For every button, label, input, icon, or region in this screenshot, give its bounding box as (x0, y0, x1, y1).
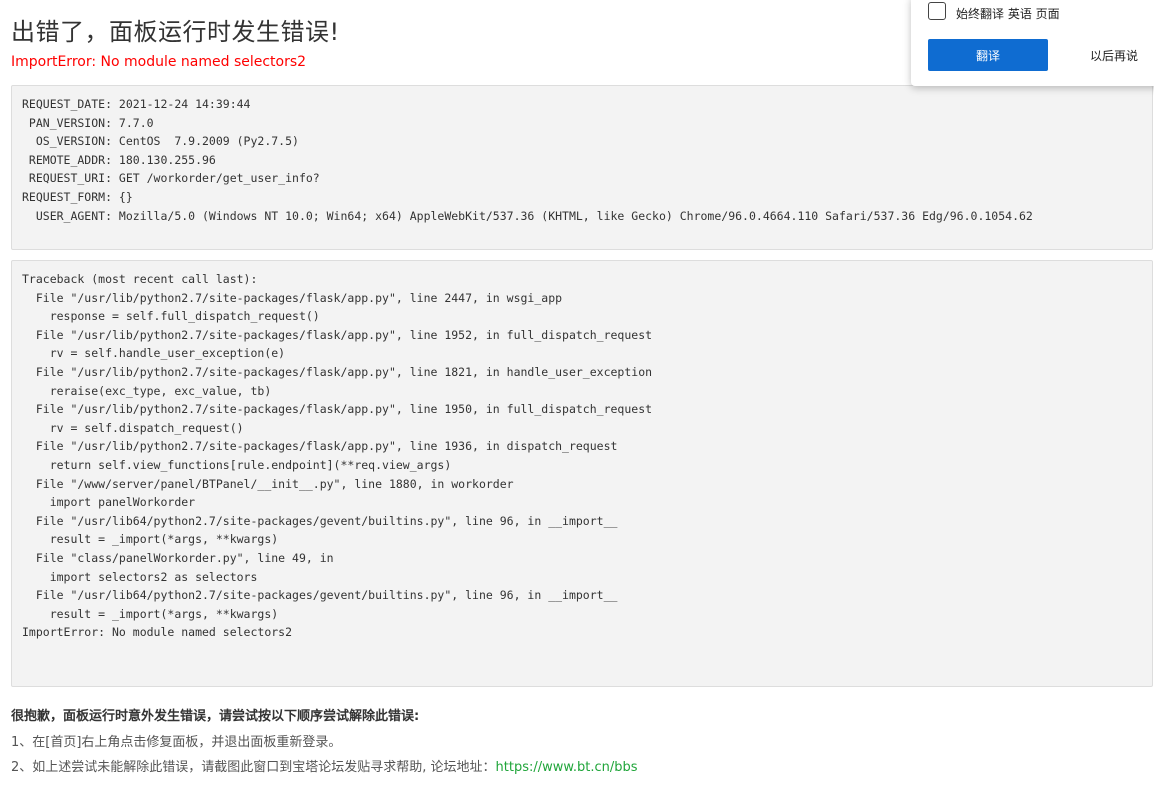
page-title: 出错了，面板运行时发生错误! (11, 18, 340, 46)
traceback-line: File "/usr/lib64/python2.7/site-packages… (22, 588, 618, 603)
traceback-line: reraise(exc_type, exc_value, tb) (22, 383, 272, 398)
traceback-line: ImportError: No module named selectors2 (22, 625, 293, 640)
translate-popup: 始终翻译 英语 页面 翻译 以后再说 (911, 0, 1154, 86)
help-step-2: 2、如上述尝试未能解除此错误，请截图此窗口到宝塔论坛发贴寻求帮助, 论坛地址：h… (11, 756, 638, 775)
traceback-line: result = _import(*args, **kwargs) (22, 532, 279, 547)
always-translate-label[interactable]: 始终翻译 英语 页面 (956, 5, 1060, 22)
traceback-line: rv = self.dispatch_request() (22, 420, 244, 435)
traceback-line: Traceback (most recent call last): (22, 272, 258, 286)
traceback-line: result = _import(*args, **kwargs) (22, 606, 279, 621)
help-step-2-text: 2、如上述尝试未能解除此错误，请截图此窗口到宝塔论坛发贴寻求帮助, 论坛地址： (11, 760, 496, 775)
traceback-line: import selectors2 as selectors (22, 569, 258, 584)
forum-link[interactable]: https://www.bt.cn/bbs (496, 760, 638, 775)
request-info-line: OS_VERSION: CentOS 7.9.2009 (Py2.7.5) (22, 134, 299, 149)
request-info-line: REQUEST_FORM: {} (22, 189, 133, 204)
request-info-box: REQUEST_DATE: 2021-12-24 14:39:44 PAN_VE… (11, 85, 1153, 250)
not-now-button[interactable]: 以后再说 (1079, 39, 1149, 71)
traceback-box: Traceback (most recent call last): File … (11, 260, 1153, 687)
help-section: 很抱歉，面板运行时意外发生错误，请尝试按以下顺序尝试解除此错误: 1、在[首页]… (11, 705, 638, 781)
traceback-line: rv = self.handle_user_exception(e) (22, 346, 286, 361)
traceback-line: File "/www/server/panel/BTPanel/__init__… (22, 476, 514, 491)
always-translate-checkbox[interactable] (928, 2, 946, 20)
request-info-line: USER_AGENT: Mozilla/5.0 (Windows NT 10.0… (22, 208, 1033, 223)
request-info-line: REQUEST_DATE: 2021-12-24 14:39:44 (22, 97, 251, 111)
translate-button[interactable]: 翻译 (928, 39, 1048, 71)
help-step-1: 1、在[首页]右上角点击修复面板，并退出面板重新登录。 (11, 735, 342, 750)
traceback-line: File "class/panelWorkorder.py", line 49,… (22, 550, 334, 565)
traceback-line: return self.view_functions[rule.endpoint… (22, 457, 452, 472)
request-info-line: REMOTE_ADDR: 180.130.255.96 (22, 152, 216, 167)
error-message: ImportError: No module named selectors2 (11, 54, 307, 70)
traceback-line: import panelWorkorder (22, 495, 196, 510)
traceback-line: File "/usr/lib/python2.7/site-packages/f… (22, 364, 653, 379)
traceback-line: response = self.full_dispatch_request() (22, 309, 320, 324)
traceback-line: File "/usr/lib/python2.7/site-packages/f… (22, 327, 653, 342)
traceback-line: File "/usr/lib/python2.7/site-packages/f… (22, 402, 653, 417)
request-info-line: PAN_VERSION: 7.7.0 (22, 115, 154, 130)
help-title: 很抱歉，面板运行时意外发生错误，请尝试按以下顺序尝试解除此错误: (11, 709, 420, 724)
request-info-line: REQUEST_URI: GET /workorder/get_user_inf… (22, 171, 320, 186)
traceback-line: File "/usr/lib/python2.7/site-packages/f… (22, 290, 563, 305)
traceback-line: File "/usr/lib64/python2.7/site-packages… (22, 513, 618, 528)
traceback-line: File "/usr/lib/python2.7/site-packages/f… (22, 439, 618, 454)
